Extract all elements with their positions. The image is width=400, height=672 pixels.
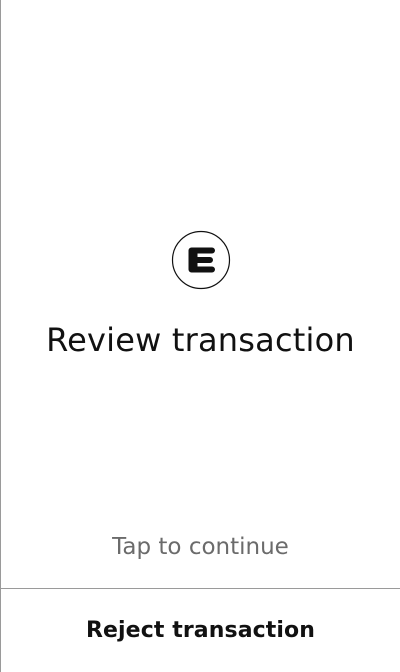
tap-to-continue-hint: Tap to continue [112, 534, 289, 560]
page-title: Review transaction [46, 321, 355, 359]
reject-transaction-label: Reject transaction [85, 618, 316, 643]
coin-e-logo-icon [171, 230, 231, 290]
reject-transaction-button[interactable]: Reject transaction [1, 589, 400, 672]
review-transaction-screen: Review transaction Tap to continue Rejec… [0, 0, 400, 672]
tap-to-continue-area[interactable]: Review transaction Tap to continue [1, 0, 400, 588]
